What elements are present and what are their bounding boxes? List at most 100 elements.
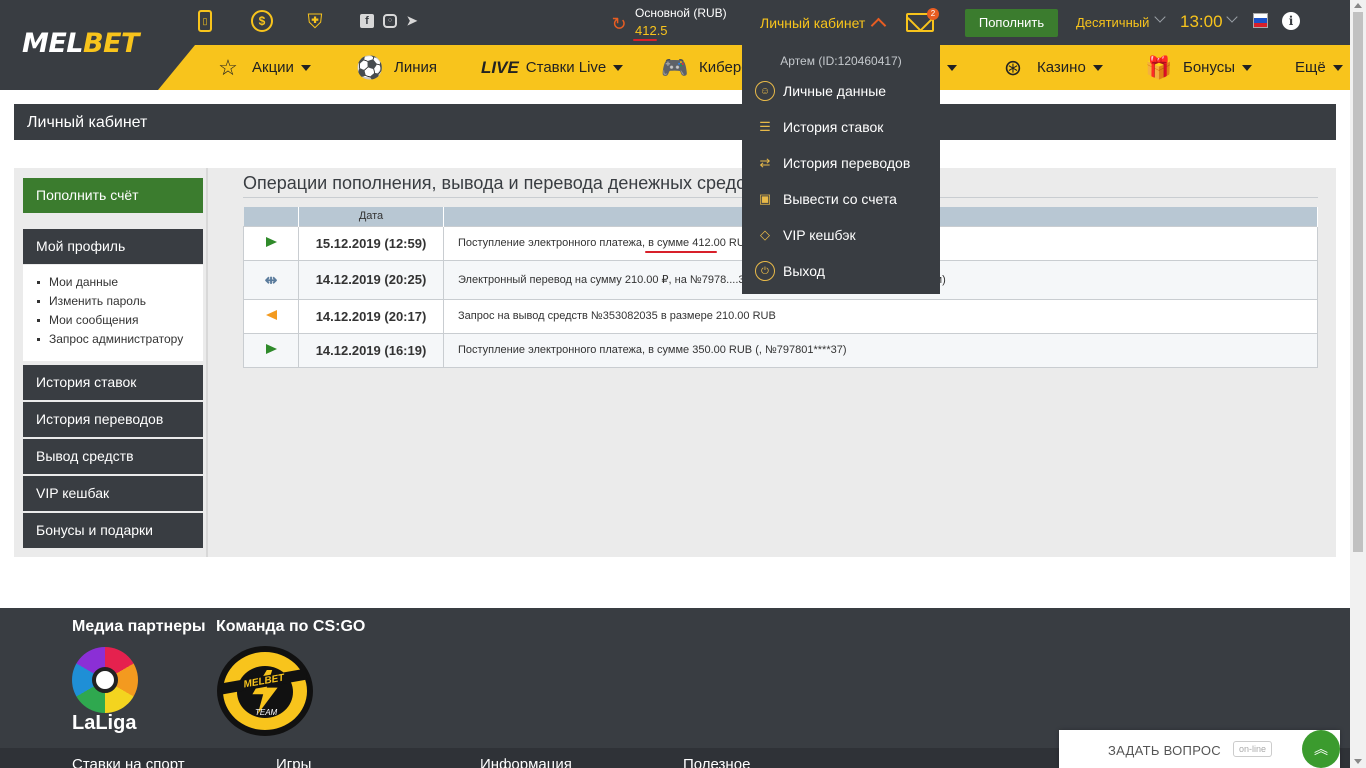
operations-title: Операции пополнения, вывода и перевода д…	[243, 173, 763, 193]
sidebar-item-bet-history[interactable]: История ставок	[23, 365, 203, 400]
scrollbar-thumb[interactable]	[1353, 12, 1363, 552]
russian-flag-icon[interactable]	[1253, 13, 1268, 28]
transfer-arrows-icon: ⇄	[759, 155, 771, 170]
ask-question-widget[interactable]: ЗАДАТЬ ВОПРОС on-line	[1059, 730, 1340, 768]
page-title: Личный кабинет	[27, 114, 148, 131]
laliga-logo-text: LaLiga	[72, 712, 137, 734]
sidebar-item-bonuses[interactable]: Бонусы и подарки	[23, 513, 203, 548]
nav-item-casino[interactable]: ⊛ Казино	[1000, 45, 1103, 90]
nav-item-more[interactable]: Ещё	[1295, 45, 1343, 90]
nav-item-esports-caret[interactable]	[940, 45, 957, 90]
media-partners-heading: Медиа партнеры	[72, 618, 206, 635]
refresh-balance-icon[interactable]: ↻	[609, 14, 629, 34]
csgo-team-heading: Команда по CS:GO	[216, 618, 366, 635]
diamond-icon: ◇	[760, 227, 770, 242]
ask-question-label: ЗАДАТЬ ВОПРОС	[1108, 743, 1221, 758]
dropdown-user-id: Артем (ID:120460417)	[780, 54, 902, 68]
table-header-type	[243, 207, 299, 226]
annotation-underline	[633, 39, 657, 41]
gamepad-icon: 🎮	[661, 54, 689, 80]
live-logo: LIVE	[481, 57, 519, 77]
cabinet-dropdown: Артем (ID:120460417) ☺ Личные данные ☰ И…	[742, 45, 940, 294]
dollar-icon[interactable]: $	[251, 10, 273, 32]
nav-item-label: Акции	[252, 59, 294, 76]
annotation-underline	[645, 251, 717, 253]
sidebar-sublink-messages[interactable]: Мои сообщения	[23, 311, 203, 330]
balance-value: 412.5	[635, 23, 668, 38]
dropdown-item-logout[interactable]: ⏻ Выход	[755, 260, 825, 282]
footer-col-sports-betting[interactable]: Ставки на спорт	[72, 756, 185, 768]
caret-down-icon	[1092, 64, 1103, 71]
wallet-icon: ▣	[758, 191, 772, 206]
melbet-team-logo[interactable]: MELBET TEAM	[217, 646, 313, 736]
topup-button[interactable]: Пополнить	[965, 9, 1058, 37]
sidebar-item-profile[interactable]: Мой профиль	[23, 229, 203, 264]
dropdown-item-label: Личные данные	[783, 83, 887, 99]
balance-label: Основной (RUB)	[635, 6, 727, 20]
dropdown-item-label: История ставок	[783, 119, 884, 135]
user-circle-icon: ☺	[755, 81, 775, 101]
footer-col-useful[interactable]: Полезное	[683, 756, 750, 768]
clock[interactable]: 13:00	[1180, 12, 1223, 32]
page-title-bar: Личный кабинет	[14, 104, 1336, 140]
sidebar-divider	[206, 168, 208, 557]
instagram-icon[interactable]: ○	[383, 14, 397, 28]
caret-down-icon	[1332, 64, 1343, 71]
shield-icon[interactable]: ⛨	[304, 9, 326, 35]
nav-item-line[interactable]: ⚽ Линия	[356, 45, 438, 90]
caret-down-icon	[613, 64, 624, 71]
nav-item-label: Казино	[1037, 59, 1086, 76]
sidebar-sublink-admin-request[interactable]: Запрос администратору	[23, 330, 203, 349]
nav-item-label: Ставки Live	[525, 59, 607, 76]
nav-item-promotions[interactable]: ☆ Акции	[215, 45, 311, 90]
sidebar-item-transfer-history[interactable]: История переводов	[23, 402, 203, 437]
info-icon[interactable]: i	[1282, 12, 1300, 30]
logo-text-accent: BET	[83, 28, 139, 59]
power-icon: ⏻	[755, 261, 775, 281]
scroll-down-arrow-icon[interactable]	[1354, 759, 1362, 764]
footer-col-games[interactable]: Игры	[276, 756, 311, 768]
gift-icon: 🎁	[1145, 54, 1173, 80]
dropdown-item-withdraw[interactable]: ▣ Вывести со счета	[755, 188, 897, 210]
sidebar-sublink-change-password[interactable]: Изменить пароль	[23, 292, 203, 311]
caret-down-icon	[1242, 64, 1253, 71]
sidebar-item-withdraw[interactable]: Вывод средств	[23, 439, 203, 474]
scroll-top-button[interactable]: ︽	[1302, 730, 1340, 768]
melbet-logo[interactable]: MELBET	[22, 28, 139, 59]
table-cell-type	[243, 225, 299, 261]
dropdown-item-bet-history[interactable]: ☰ История ставок	[755, 116, 883, 138]
facebook-icon[interactable]: f	[360, 14, 374, 28]
page-scrollbar[interactable]	[1350, 0, 1366, 768]
dropdown-item-label: История переводов	[783, 155, 911, 171]
chevron-up-icon[interactable]	[872, 16, 885, 29]
nav-item-label: Линия	[394, 59, 438, 76]
table-cell-type	[243, 298, 299, 334]
scroll-up-arrow-icon[interactable]	[1354, 3, 1362, 8]
personal-cabinet-link[interactable]: Личный кабинет	[760, 15, 865, 31]
caret-down-icon	[300, 64, 311, 71]
deposit-arrow-icon	[265, 343, 277, 354]
deposit-arrow-icon	[265, 236, 277, 247]
mobile-app-icon[interactable]: ▯	[198, 10, 212, 32]
sidebar-sublink-my-data[interactable]: Мои данные	[23, 273, 203, 292]
sidebar-item-vip[interactable]: VIP кешбак	[23, 476, 203, 511]
soccer-ball-icon: ⚽	[356, 54, 384, 80]
dropdown-item-vip-cashback[interactable]: ◇ VIP кешбэк	[755, 224, 856, 246]
caret-down-icon	[947, 64, 957, 71]
nav-item-live[interactable]: LIVE Ставки Live	[481, 45, 624, 90]
nav-item-bonuses[interactable]: 🎁 Бонусы	[1145, 45, 1253, 90]
team-logo-sub: TEAM	[255, 708, 278, 717]
description-text: Электронный перевод на сумму 210.00 ₽, н…	[458, 274, 745, 286]
online-status-badge: on-line	[1233, 741, 1273, 757]
dropdown-item-label: Выход	[783, 263, 825, 279]
dropdown-item-transfer-history[interactable]: ⇄ История переводов	[755, 152, 911, 174]
telegram-icon[interactable]: ➤	[405, 14, 419, 28]
nav-item-label: Ещё	[1295, 59, 1326, 76]
table-cell-type	[243, 332, 299, 368]
odds-format-select[interactable]: Десятичный	[1076, 15, 1149, 30]
footer-col-information[interactable]: Информация	[480, 756, 572, 768]
nav-item-esports[interactable]: 🎮 Киберс	[661, 45, 748, 90]
laliga-logo-icon[interactable]	[72, 647, 138, 713]
dropdown-item-personal-data[interactable]: ☺ Личные данные	[755, 80, 886, 102]
sidebar-topup-button[interactable]: Пополнить счёт	[23, 178, 203, 213]
